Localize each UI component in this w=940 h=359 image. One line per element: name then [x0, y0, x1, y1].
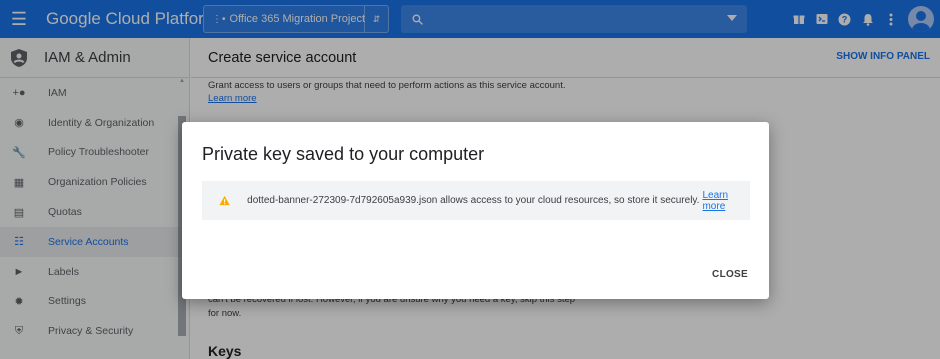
warning-text: dotted-banner-272309-7d792605a939.json a… — [247, 195, 700, 206]
dialog-title: Private key saved to your computer — [202, 144, 485, 164]
warning-learn-more-link[interactable]: Learn more — [702, 190, 750, 212]
warning-icon — [219, 195, 230, 206]
close-button[interactable]: CLOSE — [712, 269, 748, 280]
key-saved-dialog: Private key saved to your computer dotte… — [182, 122, 769, 299]
warning-banner: dotted-banner-272309-7d792605a939.json a… — [202, 181, 750, 220]
